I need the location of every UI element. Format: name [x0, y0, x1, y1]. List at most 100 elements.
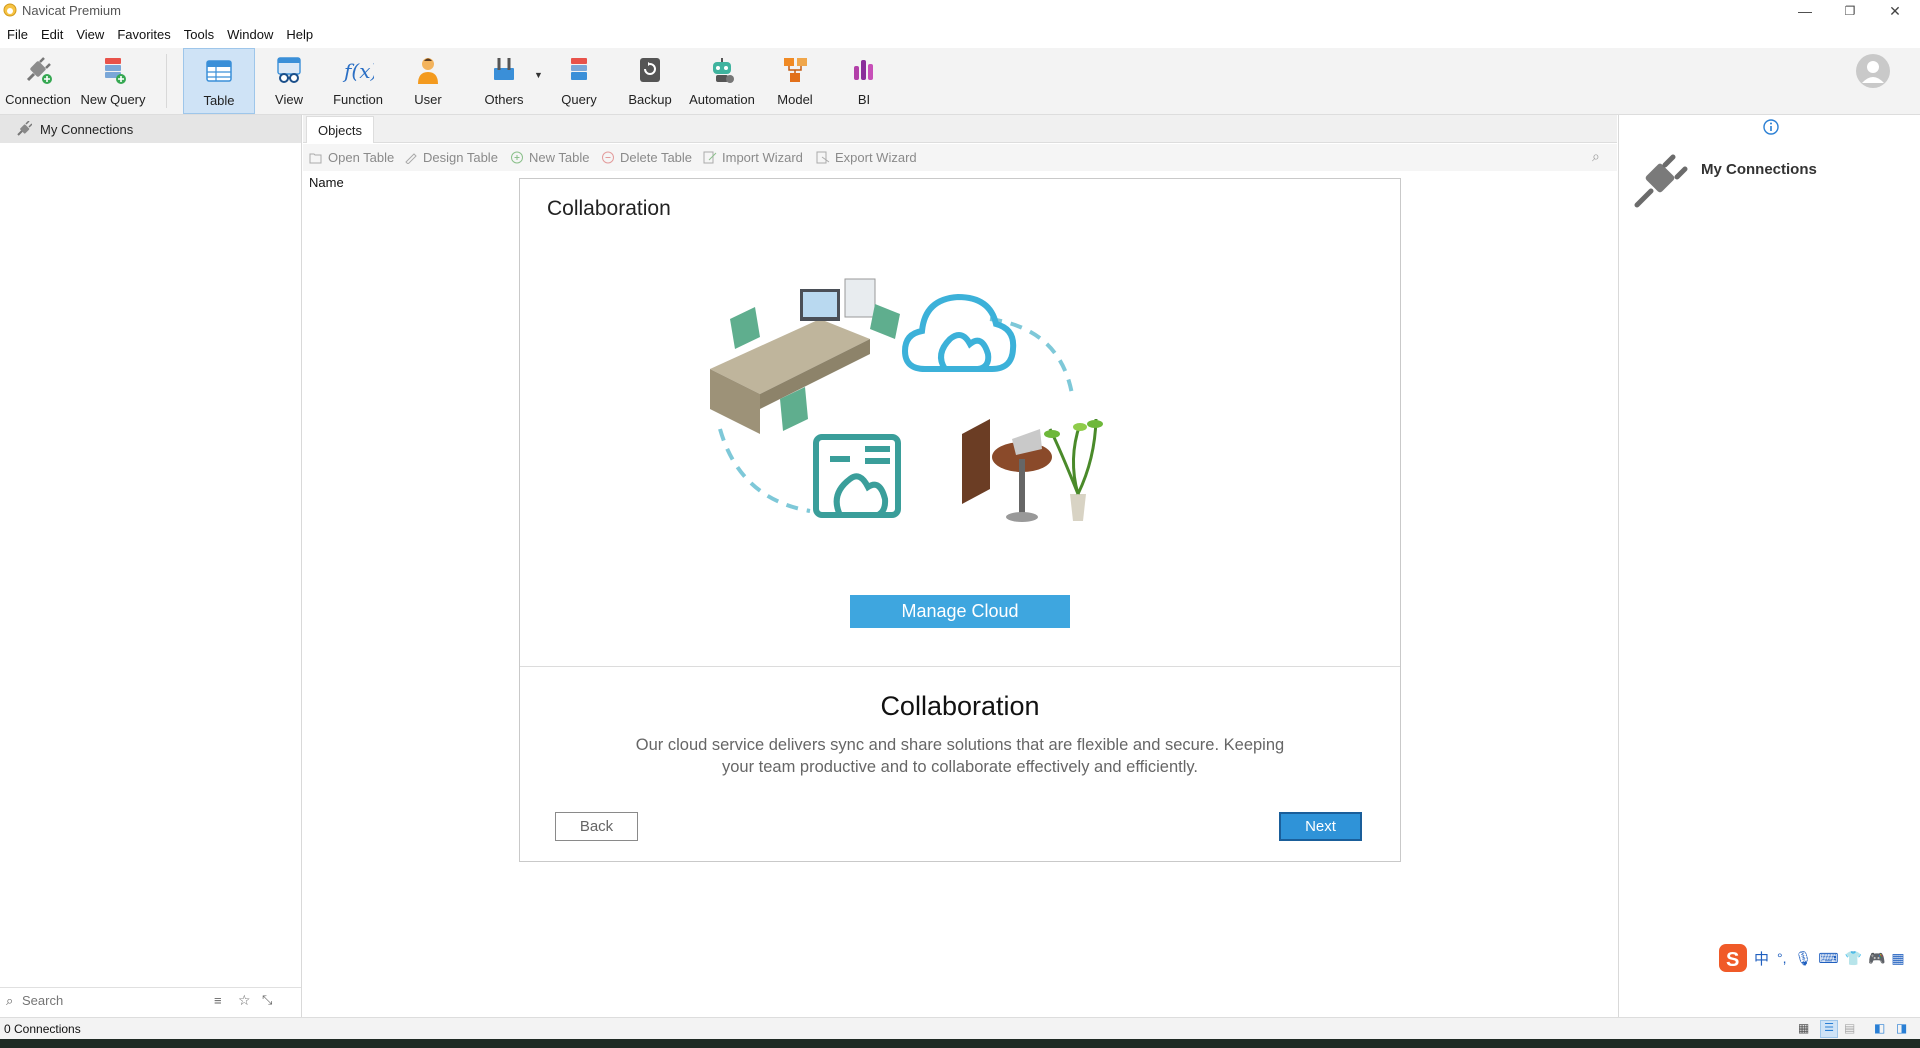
connection-count: 0 Connections	[4, 1022, 81, 1036]
toggle-nav-pane-icon[interactable]: ◧	[1874, 1021, 1885, 1035]
gamepad-icon[interactable]: 🎮	[1868, 950, 1885, 967]
menu-tools[interactable]: Tools	[177, 24, 220, 46]
my-connections-item[interactable]: My Connections	[0, 115, 301, 143]
svg-text:f(x): f(x)	[342, 59, 374, 83]
new-table-button[interactable]: New Table	[510, 150, 589, 165]
import-wizard-button[interactable]: Import Wizard	[703, 150, 803, 165]
keyboard-icon[interactable]: ⌨	[1818, 950, 1838, 967]
info-icon[interactable]	[1763, 119, 1779, 135]
others-tools-icon	[494, 58, 514, 80]
punctuation-icon[interactable]: °,	[1777, 950, 1787, 966]
toolbar-new-query-button[interactable]: New Query	[78, 48, 148, 112]
list-view-icon[interactable]: ☰	[1820, 1020, 1838, 1038]
menu-favorites[interactable]: Favorites	[110, 24, 176, 46]
window-title: Navicat Premium	[22, 3, 121, 18]
svg-text:S: S	[1726, 949, 1739, 971]
avatar[interactable]	[1855, 53, 1891, 89]
collapse-icon[interactable]: ⤡	[262, 992, 272, 1008]
toolbar-function-button[interactable]: f(x) Function	[328, 48, 388, 112]
status-bar: 0 Connections ▦ ☰ ▤ ◧ ◨	[0, 1017, 1920, 1040]
menu-edit[interactable]: Edit	[34, 24, 69, 46]
microphone-icon[interactable]: 🎙	[1795, 950, 1813, 967]
toolbar-view-button[interactable]: View	[264, 48, 314, 112]
tab-objects[interactable]: Objects	[306, 116, 374, 143]
table-icon	[206, 60, 232, 82]
open-table-button[interactable]: Open Table	[309, 150, 394, 165]
toolbar-view-label: View	[275, 92, 303, 107]
my-connections-label: My Connections	[40, 122, 134, 137]
toolbar-user-label: User	[414, 92, 442, 107]
search-icon[interactable]: ⌕	[1592, 148, 1600, 165]
toggle-info-pane-icon[interactable]: ◨	[1896, 1021, 1907, 1035]
new-query-icon	[105, 58, 126, 84]
others-dropdown-arrow-icon[interactable]: ▼	[534, 70, 543, 80]
cafe-table-plant-icon	[962, 418, 1103, 522]
toolbar-backup-button[interactable]: Backup	[622, 48, 678, 112]
menu-window[interactable]: Window	[220, 24, 279, 46]
new-table-label: New Table	[529, 150, 590, 165]
ime-language-toggle[interactable]: 中	[1754, 948, 1769, 969]
pencil-icon	[405, 153, 417, 164]
toolbar-backup-label: Backup	[628, 92, 672, 107]
information-pane: My Connections	[1618, 115, 1920, 1017]
design-table-label: Design Table	[423, 150, 498, 165]
dialog-description: Our cloud service delivers sync and shar…	[635, 736, 1285, 776]
cloud-sync-icon	[901, 293, 1017, 372]
toolbar-others-button[interactable]: Others	[474, 48, 534, 112]
connection-search-bar: ⌕ ≡ ☆ ⤡	[0, 987, 301, 1018]
toolbar-query-button[interactable]: Query	[556, 48, 602, 112]
main-toolbar: Connection New Query Table View f(x)	[0, 48, 1920, 115]
right-panel-title: My Connections	[1701, 161, 1817, 178]
menu-help[interactable]: Help	[279, 24, 319, 46]
connection-plug-icon	[26, 57, 52, 84]
next-button[interactable]: Next	[1279, 812, 1362, 841]
grid-view-icon[interactable]: ▦	[1798, 1021, 1809, 1035]
view-glasses-icon	[277, 57, 301, 83]
search-icon: ⌕	[6, 993, 14, 1008]
ime-toolbar: S 中 °, 🎙 ⌨ 👕 🎮 ▦	[1718, 942, 1920, 974]
star-icon[interactable]: ☆	[238, 992, 251, 1009]
open-table-label: Open Table	[328, 150, 395, 165]
toolbar-connection-button[interactable]: Connection	[2, 48, 74, 112]
toolbar-user-button[interactable]: User	[405, 48, 451, 112]
back-button[interactable]: Back	[555, 812, 638, 841]
navicat-logo-icon	[3, 3, 17, 17]
toolbar-new-query-label: New Query	[80, 92, 146, 107]
detail-view-icon[interactable]: ▤	[1844, 1021, 1855, 1035]
delete-table-button[interactable]: Delete Table	[601, 150, 692, 165]
minimize-button[interactable]: —	[1782, 0, 1828, 22]
export-wizard-button[interactable]: Export Wizard	[816, 150, 917, 165]
menu-file[interactable]: File	[0, 24, 34, 46]
export-wizard-label: Export Wizard	[835, 150, 917, 165]
toolbar-model-label: Model	[777, 92, 813, 107]
query-icon	[571, 58, 587, 80]
column-name-header[interactable]: Name	[309, 175, 344, 190]
toolbar-function-label: Function	[333, 92, 383, 107]
dialog-divider	[520, 666, 1400, 667]
toolbar-automation-button[interactable]: Automation	[686, 48, 758, 112]
toolbox-grid-icon[interactable]: ▦	[1891, 950, 1904, 967]
sogou-s-icon[interactable]: S	[1718, 943, 1748, 973]
toolbar-bi-button[interactable]: BI	[844, 48, 884, 112]
design-table-button[interactable]: Design Table	[404, 150, 498, 165]
manage-cloud-button[interactable]: Manage Cloud	[850, 595, 1070, 628]
backup-icon	[640, 58, 660, 82]
toolbar-table-button[interactable]: Table	[183, 48, 255, 114]
bi-chart-icon	[854, 60, 873, 80]
automation-robot-icon	[713, 58, 734, 83]
toolbar-others-label: Others	[484, 92, 524, 107]
toolbar-model-button[interactable]: Model	[770, 48, 820, 112]
filter-icon[interactable]: ≡	[214, 993, 222, 1008]
folder-open-icon	[309, 153, 322, 164]
close-button[interactable]: ✕	[1872, 0, 1918, 22]
function-fx-icon: f(x)	[342, 59, 374, 83]
navigation-pane: My Connections ⌕ ≡ ☆ ⤡	[0, 115, 302, 1017]
skin-shirt-icon[interactable]: 👕	[1845, 950, 1862, 967]
tab-bar: Objects	[303, 115, 1617, 143]
taskbar-edge	[0, 1039, 1920, 1048]
search-input[interactable]	[20, 992, 204, 1009]
import-icon	[703, 151, 717, 164]
menu-view[interactable]: View	[69, 24, 110, 46]
collaboration-illustration	[710, 278, 1103, 522]
restore-button[interactable]: ❐	[1827, 0, 1873, 22]
